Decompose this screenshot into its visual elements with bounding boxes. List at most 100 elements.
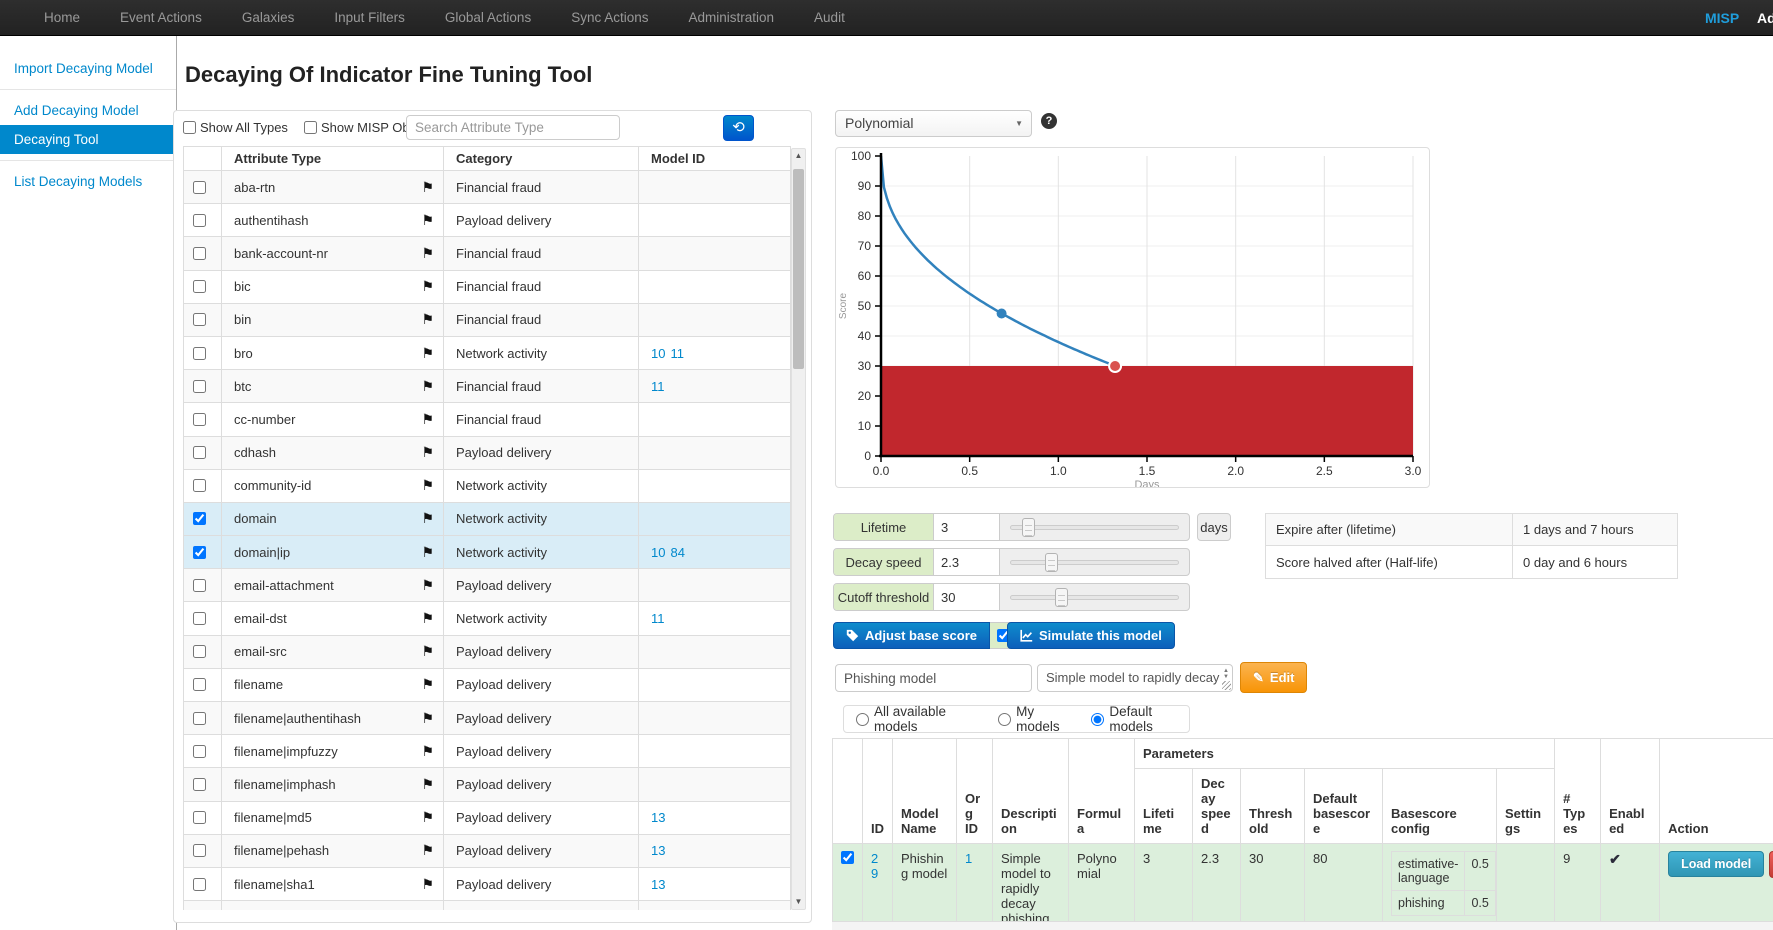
refresh-button[interactable]: ⟲	[723, 115, 754, 141]
attribute-row-checkbox[interactable]	[193, 712, 206, 725]
attribute-table-scrollbar[interactable]: ▲ ▼	[791, 148, 806, 910]
decay-speed-slider-track[interactable]	[1010, 560, 1179, 565]
sidebar-item-decaying-tool[interactable]: Decaying Tool	[0, 125, 176, 154]
horizontal-scrollbar[interactable]	[832, 921, 1773, 930]
textarea-scroll-arrows[interactable]: ▲▼	[1223, 668, 1229, 680]
attribute-row-checkbox[interactable]	[193, 878, 206, 891]
nav-item-input-filters[interactable]: Input Filters	[314, 0, 425, 36]
cutoff-threshold-slider[interactable]	[1000, 584, 1189, 610]
scrollbar-thumb[interactable]	[793, 169, 804, 369]
attribute-row-checkbox[interactable]	[193, 247, 206, 260]
x-tick-label: 1.5	[1139, 464, 1156, 478]
adjust-base-score-button[interactable]: Adjust base score	[833, 622, 990, 649]
attribute-row-checkbox[interactable]	[193, 811, 206, 824]
attribute-row-checkbox[interactable]	[193, 380, 206, 393]
model-id-link-13[interactable]: 13	[651, 810, 665, 825]
model-id-link-84[interactable]: 84	[670, 545, 684, 560]
scrollbar-down-arrow[interactable]: ▼	[792, 895, 805, 909]
search-attribute-input[interactable]	[406, 115, 620, 140]
header-checkbox-col	[184, 147, 222, 170]
cutoff-threshold-slider-track[interactable]	[1010, 595, 1179, 600]
radio-default-models-input[interactable]	[1091, 713, 1104, 726]
current-point-marker	[997, 309, 1007, 319]
model-id-link-11[interactable]: 11	[651, 611, 665, 626]
basescore-config-row: phishing0.5	[1392, 891, 1496, 916]
navbar-admin-link[interactable]: Admin	[1757, 0, 1773, 36]
radio-all-available-models[interactable]: All available models	[856, 704, 980, 734]
y-tick-label: 90	[858, 179, 872, 193]
x-tick-label: 0.5	[961, 464, 978, 478]
attribute-row-checkbox[interactable]	[193, 512, 206, 525]
attribute-row-checkbox[interactable]	[193, 347, 206, 360]
textarea-resize-grip[interactable]	[1222, 681, 1231, 690]
sidebar-item-add-decaying-model[interactable]: Add Decaying Model	[0, 96, 176, 125]
lifetime-slider-track[interactable]	[1010, 525, 1179, 530]
model-id-link[interactable]: 29	[871, 851, 878, 881]
attribute-row-checkbox[interactable]	[193, 645, 206, 658]
enabled-check-icon: ✔	[1609, 851, 1621, 867]
attribute-row-checkbox[interactable]	[193, 745, 206, 758]
lifetime-slider-handle[interactable]	[1022, 518, 1035, 537]
scrollbar-up-arrow[interactable]: ▲	[792, 149, 805, 163]
lifetime-slider[interactable]	[1000, 514, 1189, 540]
model-id-link-10[interactable]: 10	[651, 346, 665, 361]
attribute-model-ids-cell	[639, 569, 791, 601]
model-name-input[interactable]	[835, 664, 1032, 692]
model-id-link-13[interactable]: 13	[651, 843, 665, 858]
attribute-row-checkbox[interactable]	[193, 546, 206, 559]
radio-default-models[interactable]: Default models	[1091, 704, 1189, 734]
flag-icon: ⚑	[421, 278, 434, 295]
misp-brand-link[interactable]: MISP	[1705, 0, 1739, 36]
attribute-row-checkbox[interactable]	[193, 479, 206, 492]
show-all-types-checkbox[interactable]	[183, 121, 196, 134]
edit-model-button[interactable]: ✎ Edit	[1240, 662, 1307, 693]
model-description-textarea[interactable]: Simple model to rapidly decay ▲▼	[1037, 664, 1233, 692]
attribute-row-checkbox[interactable]	[193, 280, 206, 293]
nav-item-sync-actions[interactable]: Sync Actions	[551, 0, 668, 36]
attribute-row-checkbox[interactable]	[193, 778, 206, 791]
attribute-row-checkbox[interactable]	[193, 612, 206, 625]
cutoff-threshold-slider-handle[interactable]	[1055, 588, 1068, 607]
model-id-link-11[interactable]: 11	[651, 379, 665, 394]
lifetime-input[interactable]	[934, 514, 1000, 540]
attribute-row-checkbox[interactable]	[193, 844, 206, 857]
org-id-link[interactable]: 1	[965, 851, 972, 866]
attribute-row-checkbox[interactable]	[193, 313, 206, 326]
sidebar-item-import-decaying-model[interactable]: Import Decaying Model	[0, 54, 176, 83]
decay-speed-slider-handle[interactable]	[1045, 553, 1058, 572]
radio-my-models-input[interactable]	[998, 713, 1011, 726]
cutoff-threshold-input[interactable]	[934, 584, 1000, 610]
attribute-model-ids-cell: 13	[639, 868, 791, 900]
model-id-link-13[interactable]: 13	[651, 877, 665, 892]
attribute-row-checkbox[interactable]	[193, 214, 206, 227]
load-model-button[interactable]: Load model	[1668, 851, 1764, 877]
nav-item-home[interactable]: Home	[24, 0, 100, 36]
decay-speed-slider[interactable]	[1000, 549, 1189, 575]
model-id-link-11[interactable]: 11	[670, 346, 684, 361]
formula-select[interactable]: Polynomial ▼	[835, 110, 1032, 137]
show-misp-objects-checkbox[interactable]	[304, 121, 317, 134]
show-all-types-checkbox-group[interactable]: Show All Types	[183, 120, 288, 135]
attribute-row-checkbox[interactable]	[193, 413, 206, 426]
model-default-basescore-cell: 80	[1305, 844, 1383, 930]
radio-all-available-models-input[interactable]	[856, 713, 869, 726]
help-icon[interactable]: ?	[1041, 113, 1057, 129]
attribute-row-checkbox[interactable]	[193, 678, 206, 691]
model-row-checkbox[interactable]	[841, 851, 854, 864]
nav-item-galaxies[interactable]: Galaxies	[222, 0, 315, 36]
model-id-link-10[interactable]: 10	[651, 545, 665, 560]
attribute-row-checkbox[interactable]	[193, 579, 206, 592]
nav-item-event-actions[interactable]: Event Actions	[100, 0, 222, 36]
attribute-row-domain|ip: domain|ip⚑Network activity1084	[184, 536, 790, 569]
simulate-model-button[interactable]: Simulate this model	[1007, 622, 1175, 649]
decay-speed-input[interactable]	[934, 549, 1000, 575]
nav-item-administration[interactable]: Administration	[669, 0, 795, 36]
pause-model-button[interactable]	[1769, 851, 1773, 878]
nav-item-global-actions[interactable]: Global Actions	[425, 0, 551, 36]
attribute-row-filename: filename⚑Payload delivery	[184, 669, 790, 702]
radio-my-models[interactable]: My models	[998, 704, 1073, 734]
sidebar-item-list-decaying-models[interactable]: List Decaying Models	[0, 167, 176, 196]
attribute-row-checkbox[interactable]	[193, 181, 206, 194]
attribute-row-checkbox[interactable]	[193, 446, 206, 459]
nav-item-audit[interactable]: Audit	[794, 0, 865, 36]
